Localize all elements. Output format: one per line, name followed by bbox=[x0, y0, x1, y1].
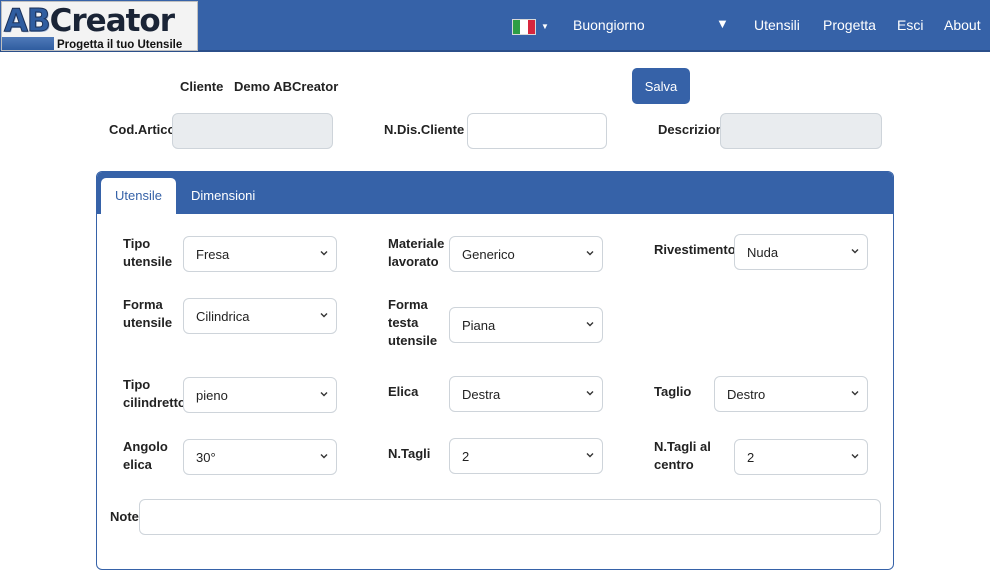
user-menu-arrow-icon[interactable]: ▼ bbox=[716, 16, 729, 31]
language-caret-icon[interactable]: ▼ bbox=[541, 22, 549, 31]
cliente-value: Demo ABCreator bbox=[234, 79, 339, 94]
n-dis-cliente-field[interactable] bbox=[467, 113, 607, 149]
chevron-down-icon bbox=[320, 454, 328, 459]
tipo-utensile-select[interactable]: Fresa bbox=[183, 236, 337, 272]
n-dis-cliente-label: N.Dis.Cliente bbox=[384, 122, 465, 137]
tab-utensile[interactable]: Utensile bbox=[101, 178, 176, 214]
cliente-label: Cliente bbox=[180, 79, 224, 94]
descrizione-field[interactable] bbox=[720, 113, 882, 149]
materiale-lavorato-select[interactable]: Generico bbox=[449, 236, 603, 272]
elica-label: Elica bbox=[388, 384, 419, 399]
chevron-down-icon bbox=[586, 391, 594, 396]
nav-link-esci[interactable]: Esci bbox=[897, 17, 923, 33]
tab-dimensioni[interactable]: Dimensioni bbox=[177, 178, 269, 214]
italian-flag-icon[interactable] bbox=[512, 19, 536, 35]
n-tagli-label: N.Tagli bbox=[388, 446, 431, 461]
forma-testa-label: Forma testa utensile bbox=[388, 297, 438, 348]
elica-select[interactable]: Destra bbox=[449, 376, 603, 412]
note-label: Note bbox=[110, 509, 139, 524]
forma-utensile-select[interactable]: Cilindrica bbox=[183, 298, 337, 334]
chevron-down-icon bbox=[851, 249, 859, 254]
n-tagli-centro-select[interactable]: 2 bbox=[734, 439, 868, 475]
taglio-select[interactable]: Destro bbox=[714, 376, 868, 412]
rivestimento-select[interactable]: Nuda bbox=[734, 234, 868, 270]
n-tagli-centro-label: N.Tagli al centro bbox=[654, 439, 711, 472]
cod-articolo-field[interactable] bbox=[172, 113, 333, 149]
taglio-label: Taglio bbox=[654, 384, 692, 399]
chevron-down-icon bbox=[586, 322, 594, 327]
rivestimento-label: Rivestimento bbox=[654, 242, 736, 257]
chevron-down-icon bbox=[851, 391, 859, 396]
tipo-utensile-label: Tipo utensile bbox=[123, 236, 173, 269]
chevron-down-icon bbox=[586, 453, 594, 458]
chevron-down-icon bbox=[320, 251, 328, 256]
chevron-down-icon bbox=[320, 313, 328, 318]
materiale-lavorato-label: Materiale lavorato bbox=[388, 236, 445, 269]
angolo-elica-label: Angolo elica bbox=[123, 439, 168, 472]
tab-bar: Utensile Dimensioni bbox=[97, 172, 893, 214]
nav-link-about[interactable]: About bbox=[944, 17, 981, 33]
chevron-down-icon bbox=[320, 392, 328, 397]
tipo-cilindretto-select[interactable]: pieno bbox=[183, 377, 337, 413]
chevron-down-icon bbox=[851, 454, 859, 459]
save-button[interactable]: Salva bbox=[632, 68, 690, 104]
abcreator-logo[interactable]: ABCreator Progetta il tuo Utensile bbox=[1, 1, 198, 51]
nav-link-progetta[interactable]: Progetta bbox=[823, 17, 876, 33]
logo-wordmark: ABCreator bbox=[4, 3, 176, 40]
tipo-cilindretto-label: Tipo cilindretto bbox=[123, 377, 186, 410]
top-navbar: ABCreator Progetta il tuo Utensile ▼ Buo… bbox=[0, 0, 990, 52]
n-tagli-select[interactable]: 2 bbox=[449, 438, 603, 474]
chevron-down-icon bbox=[586, 251, 594, 256]
forma-utensile-label: Forma utensile bbox=[123, 297, 173, 330]
angolo-elica-select[interactable]: 30° bbox=[183, 439, 337, 475]
nav-link-utensili[interactable]: Utensili bbox=[754, 17, 800, 33]
logo-tagline: Progetta il tuo Utensile bbox=[57, 39, 183, 51]
forma-testa-select[interactable]: Piana bbox=[449, 307, 603, 343]
note-field[interactable] bbox=[139, 499, 881, 535]
greeting-text: Buongiorno bbox=[573, 17, 645, 33]
descrizione-label: Descrizione bbox=[658, 122, 720, 137]
